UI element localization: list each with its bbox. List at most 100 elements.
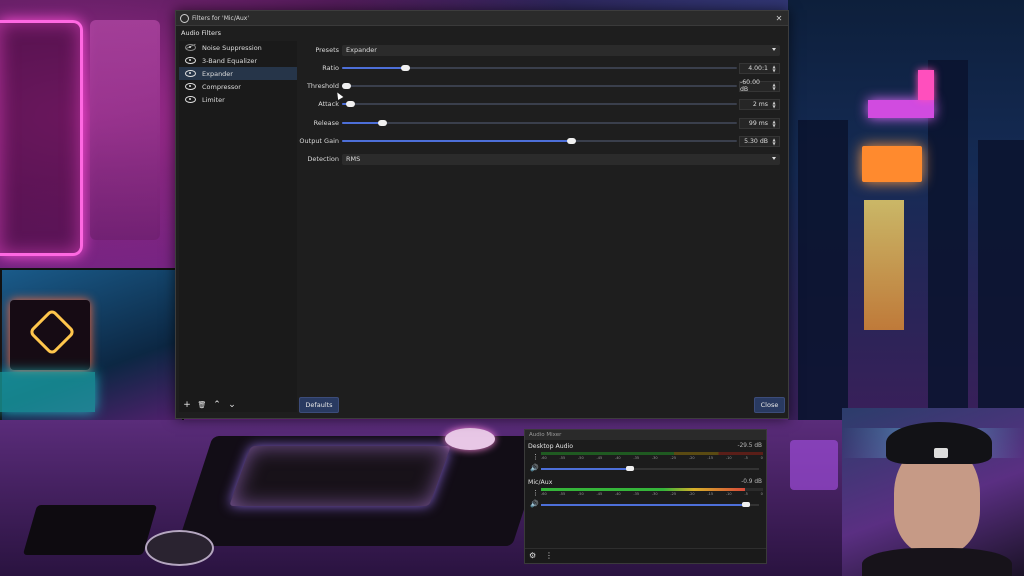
detection-label: Detection — [307, 155, 339, 163]
speaker-icon[interactable]: 🔊 — [530, 501, 539, 508]
scale-tick-label: -45 — [596, 456, 603, 460]
eye-icon[interactable] — [185, 83, 196, 90]
spin-arrows-icon[interactable]: ▲ ▼ — [771, 64, 777, 73]
scale-tick-label: -10 — [725, 456, 732, 460]
gear-icon[interactable]: ⚙ — [529, 551, 536, 560]
output-gain-slider[interactable] — [342, 135, 737, 147]
eye-icon[interactable] — [185, 70, 196, 77]
webcam-overlay — [842, 408, 1024, 576]
scale-tick-label: -55 — [559, 492, 566, 496]
attack-label: Attack — [318, 100, 339, 108]
source-name-desktop-audio: Desktop Audio — [528, 443, 574, 450]
ratio-row: Ratio 4.00:1 ▲ ▼ — [298, 62, 782, 74]
eye-slash-icon[interactable] — [185, 44, 196, 51]
eye-icon[interactable] — [185, 57, 196, 64]
spin-arrows-icon[interactable]: ▲ ▼ — [771, 119, 777, 128]
scale-tick-label: -60 — [541, 456, 547, 460]
kebab-menu-icon[interactable]: ⋮ — [532, 489, 539, 497]
mixer-title: Audio Mixer — [525, 430, 766, 440]
defaults-button[interactable]: Defaults — [299, 397, 339, 413]
slider-fill — [342, 122, 382, 124]
volume-handle[interactable] — [741, 502, 750, 507]
chevron-down-icon — [772, 47, 776, 51]
output-gain-value: 5.30 dB — [744, 137, 768, 145]
building — [798, 120, 848, 430]
kebab-menu-icon[interactable]: ⋮ — [545, 551, 553, 560]
source-name-mic-aux: Mic/Aux — [528, 479, 553, 486]
cap-logo — [934, 448, 948, 458]
slider-handle[interactable] — [401, 65, 411, 71]
release-slider[interactable] — [342, 117, 737, 129]
meter-mic-aux — [541, 488, 763, 491]
volume-fill — [541, 468, 631, 470]
spin-arrows-icon[interactable]: ▲ ▼ — [771, 100, 777, 109]
filter-tools: + 🗑 ⌃ ⌄ — [181, 399, 238, 411]
slider-handle[interactable] — [377, 120, 387, 126]
release-spinbox[interactable]: 99 ms ▲ ▼ — [739, 117, 780, 129]
presets-value: Expander — [346, 46, 377, 54]
detection-row: Detection RMS — [298, 153, 782, 165]
trash-icon[interactable]: 🗑 — [196, 399, 208, 411]
threshold-spinbox[interactable]: -60.00 dB ▲ ▼ — [739, 79, 780, 93]
presets-label: Presets — [315, 46, 339, 54]
scale-tick-label: -50 — [577, 492, 584, 496]
meter-desktop-audio — [541, 452, 763, 455]
release-label: Release — [313, 119, 339, 127]
filter-label: Noise Suppression — [202, 43, 262, 52]
scale-tick-label: -20 — [688, 456, 695, 460]
meter-scale: -60 -55 -50 -45 -40 -35 -30 -25 -20 -15 -10 -5 0 — [541, 456, 763, 461]
presets-dropdown[interactable]: Expander — [342, 44, 780, 56]
scale-tick-label: 0 — [760, 492, 763, 496]
streamer-shirt — [862, 548, 1012, 576]
detection-dropdown[interactable]: RMS — [342, 153, 780, 165]
eye-icon[interactable] — [185, 96, 196, 103]
detection-value: RMS — [346, 155, 361, 163]
threshold-slider[interactable] — [341, 80, 737, 92]
kebab-menu-icon[interactable]: ⋮ — [532, 453, 539, 461]
scale-tick-label: -55 — [559, 456, 566, 460]
scale-tick-label: -60 — [541, 492, 547, 496]
source-db-mic-aux: -0.9 dB — [741, 479, 762, 485]
scale-tick-label: -25 — [670, 492, 677, 496]
filter-label: Compressor — [202, 82, 241, 91]
slider-handle[interactable] — [341, 83, 351, 89]
slider-handle[interactable] — [345, 101, 355, 107]
volume-slider-desktop-audio[interactable] — [541, 465, 759, 473]
scale-tick-label: -25 — [670, 456, 677, 460]
add-filter-button[interactable]: + — [181, 399, 193, 411]
filter-label: Limiter — [202, 95, 225, 104]
release-row: Release 99 ms ▲ ▼ — [298, 117, 782, 129]
move-down-icon[interactable]: ⌄ — [226, 399, 238, 411]
presets-row: Presets Expander — [298, 44, 782, 56]
scale-tick-label: -20 — [688, 492, 695, 496]
dialog-titlebar: Filters for 'Mic/Aux' ✕ — [176, 11, 788, 26]
ratio-spinbox[interactable]: 4.00:1 ▲ ▼ — [739, 62, 780, 74]
filter-list: Noise Suppression 3-Band Equalizer Expan… — [179, 41, 297, 412]
audio-mixer-dock: Audio Mixer Desktop Audio -29.5 dB ⋮ -60… — [524, 429, 767, 564]
threshold-label: Threshold — [306, 82, 339, 90]
volume-handle[interactable] — [626, 466, 635, 471]
mixer-footer: ⚙ ⋮ — [525, 548, 766, 563]
spin-arrows-icon[interactable]: ▲ ▼ — [771, 82, 777, 91]
close-button[interactable]: Close — [754, 397, 785, 413]
move-up-icon[interactable]: ⌃ — [211, 399, 223, 411]
slider-handle[interactable] — [567, 138, 577, 144]
teal-light-strip — [0, 372, 95, 412]
volume-slider-mic-aux[interactable] — [541, 501, 759, 509]
close-icon[interactable]: ✕ — [774, 14, 784, 23]
city-window-view — [788, 0, 1024, 430]
attack-spinbox[interactable]: 2 ms ▲ ▼ — [739, 98, 780, 110]
output-gain-spinbox[interactable]: 5.30 dB ▲ ▼ — [739, 135, 780, 147]
spin-arrows-icon[interactable]: ▲ ▼ — [771, 137, 777, 146]
obs-logo-icon — [180, 13, 189, 23]
neon-art-frame — [0, 20, 83, 256]
source-db-desktop-audio: -29.5 dB — [737, 443, 763, 449]
threshold-value: -60.00 dB — [740, 79, 760, 93]
audio-filters-title: Audio Filters — [181, 29, 222, 37]
ratio-slider[interactable] — [342, 62, 737, 74]
output-gain-label: Output Gain — [299, 137, 339, 145]
attack-row: Attack 2 ms ▲ ▼ — [298, 98, 782, 110]
slider-track — [342, 85, 737, 87]
speaker-icon[interactable]: 🔊 — [530, 465, 539, 472]
attack-slider[interactable] — [342, 98, 737, 110]
